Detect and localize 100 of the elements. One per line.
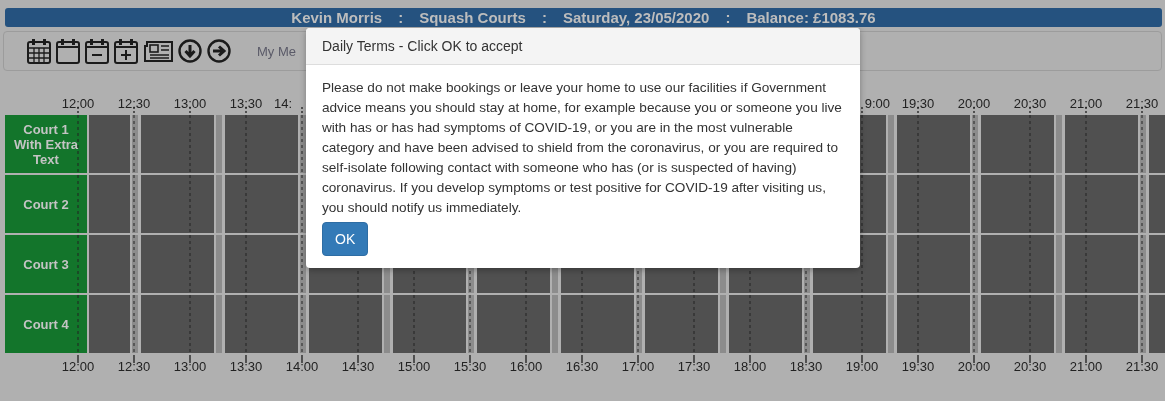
time-label: 12:30 [117, 95, 151, 111]
booking-slot[interactable] [477, 295, 550, 353]
break-stripe [972, 235, 978, 293]
booking-slot[interactable] [645, 295, 718, 353]
booking-slot[interactable] [729, 295, 802, 353]
booking-slot[interactable] [225, 295, 298, 353]
break-stripe [1056, 175, 1062, 233]
circle-arrow-down-icon[interactable] [177, 37, 203, 65]
booking-slot[interactable] [897, 115, 970, 173]
time-label: 20:30 [1013, 359, 1047, 374]
booking-slot[interactable] [1065, 235, 1138, 293]
time-label: 20:30 [1013, 95, 1047, 111]
court-label: Court 4 [5, 295, 87, 353]
booking-slot[interactable] [225, 175, 298, 233]
court-label: Court 2 [5, 175, 87, 233]
break-stripe [636, 295, 642, 353]
break-stripe [1056, 295, 1062, 353]
booking-slot[interactable] [141, 175, 214, 233]
time-label: 17:30 [677, 359, 711, 374]
dialog-title: Daily Terms - Click OK to accept [322, 38, 523, 54]
time-label: 18:00 [733, 359, 767, 374]
header-text: Kevin Morris [291, 9, 383, 26]
booking-slot[interactable] [1065, 175, 1138, 233]
time-label: 15:30 [453, 359, 487, 374]
booking-slot[interactable] [1065, 295, 1138, 353]
booking-slot[interactable] [981, 295, 1054, 353]
time-label: 18:30 [789, 359, 823, 374]
header-text: Squash Courts [419, 9, 526, 26]
break-stripe [888, 175, 894, 233]
booking-slot[interactable] [309, 295, 382, 353]
break-stripe [888, 115, 894, 173]
time-label: 13:30 [229, 359, 263, 374]
break-stripe [132, 235, 138, 293]
calendar-plus-icon[interactable] [113, 37, 139, 65]
break-stripe [384, 295, 390, 353]
break-stripe [300, 175, 306, 233]
time-label: 14:00 [285, 359, 319, 374]
time-label: 21:00 [1069, 95, 1103, 111]
break-stripe [1140, 175, 1146, 233]
break-stripe [1140, 115, 1146, 173]
time-label: 15:00 [397, 359, 431, 374]
header-separator: : [725, 9, 731, 26]
booking-slot[interactable] [89, 115, 130, 173]
time-label: 19:00 [845, 359, 879, 374]
break-stripe [972, 175, 978, 233]
header-text: Balance: £1083.76 [746, 9, 876, 26]
break-stripe [1140, 235, 1146, 293]
booking-slot[interactable] [141, 295, 214, 353]
booking-slot[interactable] [813, 295, 886, 353]
time-label: 9:00 [864, 95, 890, 111]
break-stripe [132, 115, 138, 173]
time-label: 20:00 [957, 95, 991, 111]
ok-button[interactable]: OK [322, 222, 369, 256]
time-label: 21:00 [1069, 359, 1103, 374]
time-label: 14:30 [341, 359, 375, 374]
header-text: Saturday, 23/05/2020 [562, 9, 710, 26]
time-label: 20:00 [957, 359, 991, 374]
break-stripe [300, 235, 306, 293]
break-stripe [216, 235, 222, 293]
booking-slot[interactable] [981, 115, 1054, 173]
calendar-icon[interactable] [55, 37, 81, 65]
booking-slot[interactable] [393, 295, 466, 353]
break-stripe [1140, 295, 1146, 353]
time-label: 16:30 [565, 359, 599, 374]
time-label: 14: [274, 95, 293, 111]
time-label: 12:00 [61, 359, 95, 374]
booking-slot[interactable] [89, 175, 130, 233]
time-label: 12:00 [61, 95, 95, 111]
break-stripe [552, 295, 558, 353]
booking-slot[interactable] [89, 235, 130, 293]
booking-slot[interactable] [89, 295, 130, 353]
circle-arrow-right-icon[interactable] [206, 37, 232, 65]
booking-slot[interactable] [981, 175, 1054, 233]
break-stripe [468, 295, 474, 353]
booking-slot[interactable] [897, 235, 970, 293]
booking-slot[interactable] [561, 295, 634, 353]
time-label: 16:00 [509, 359, 543, 374]
time-label: 21:30 [1125, 95, 1159, 111]
time-label: 13:00 [173, 359, 207, 374]
break-stripe [720, 295, 726, 353]
menu-link[interactable]: My Me [257, 43, 296, 59]
time-label: 17:00 [621, 359, 655, 374]
calendar-grid-icon[interactable] [26, 37, 52, 65]
booking-slot[interactable] [225, 115, 298, 173]
booking-slot[interactable] [225, 235, 298, 293]
header-separator: : [398, 9, 404, 26]
time-label: 13:00 [173, 95, 207, 111]
break-stripe [132, 295, 138, 353]
calendar-minus-icon[interactable] [84, 37, 110, 65]
break-stripe [300, 115, 306, 173]
booking-slot[interactable] [1065, 115, 1138, 173]
time-label: 19:30 [901, 359, 935, 374]
booking-slot[interactable] [141, 235, 214, 293]
time-label: 19:30 [901, 95, 935, 111]
break-stripe [216, 115, 222, 173]
booking-slot[interactable] [897, 175, 970, 233]
booking-slot[interactable] [981, 235, 1054, 293]
booking-slot[interactable] [141, 115, 214, 173]
booking-slot[interactable] [897, 295, 970, 353]
court-label: Court 3 [5, 235, 87, 293]
